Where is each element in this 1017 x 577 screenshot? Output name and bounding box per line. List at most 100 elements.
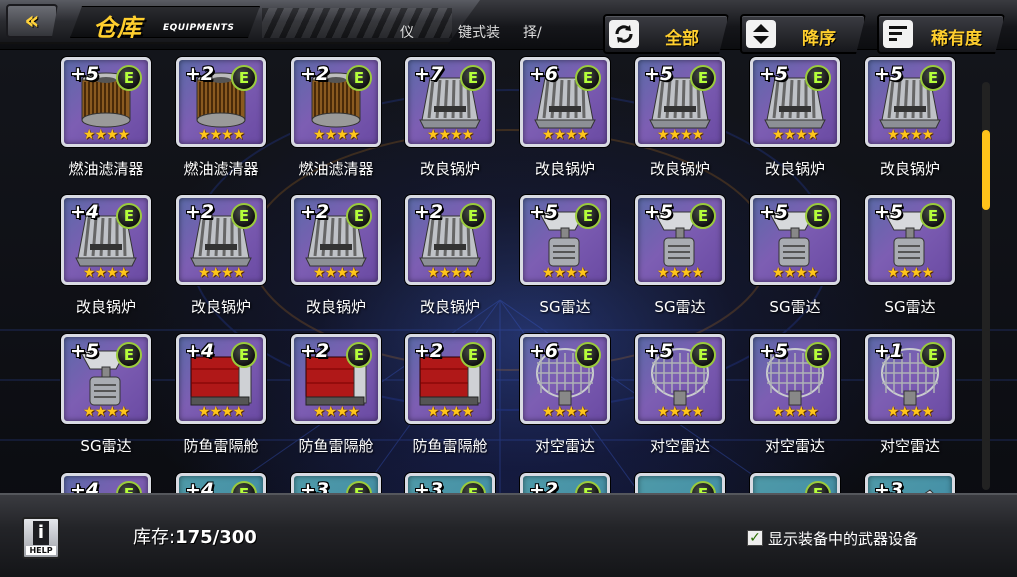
grade-badge: E bbox=[805, 481, 831, 493]
equipment-card[interactable]: +2 E ★★★★ 改良锅炉 bbox=[291, 192, 381, 322]
scrollbar-thumb[interactable] bbox=[982, 130, 990, 210]
equipment-icon: +2 E ★★★★ bbox=[291, 57, 381, 147]
equipment-card[interactable]: +5 E ★★★★ SG雷达 bbox=[750, 192, 840, 322]
equipment-card[interactable]: +5 E ★★★★ SG雷达 bbox=[635, 192, 725, 322]
equipment-card[interactable]: +5 E ★★★★ 改良锅炉 bbox=[750, 54, 840, 184]
equipment-icon: +4 E bbox=[61, 473, 151, 493]
equipment-card[interactable]: +3 E bbox=[291, 470, 381, 493]
grade-badge: E bbox=[920, 65, 946, 91]
equipment-icon: +2 E ★★★★ bbox=[176, 57, 266, 147]
equipment-card[interactable]: +5 E ★★★★ SG雷达 bbox=[865, 192, 955, 322]
stock-label: 库存: bbox=[133, 527, 176, 548]
equipment-card[interactable]: E bbox=[635, 470, 725, 493]
equipment-card[interactable]: +5 E ★★★★ 对空雷达 bbox=[635, 331, 725, 461]
double-chevron-left-icon: ‹‹ bbox=[24, 6, 40, 36]
equipment-card[interactable]: +7 E ★★★★ 改良锅炉 bbox=[405, 54, 495, 184]
equipment-card[interactable]: +5 E ★★★★ 燃油滤清器 bbox=[61, 54, 151, 184]
equipment-level: +2 bbox=[300, 201, 330, 223]
rarity-stars: ★★★★ bbox=[312, 404, 360, 420]
equipment-card[interactable]: +6 E ★★★★ 对空雷达 bbox=[520, 331, 610, 461]
info-icon: i bbox=[33, 521, 49, 545]
equipment-level: +4 bbox=[70, 479, 100, 493]
equipment-icon: +2 E ★★★★ bbox=[405, 334, 495, 424]
sort-rarity-button[interactable]: 稀有度 bbox=[877, 14, 1005, 54]
grade-badge: E bbox=[116, 342, 142, 368]
rarity-stars: ★★★★ bbox=[426, 404, 474, 420]
grade-badge: E bbox=[690, 481, 716, 493]
crumb-mid: 键式装 bbox=[458, 25, 500, 41]
equipment-icon: +4 E ★★★★ bbox=[61, 195, 151, 285]
equipment-name: 改良锅炉 bbox=[649, 160, 710, 178]
equipment-icon: +6 E ★★★★ bbox=[520, 57, 610, 147]
equipment-icon: +5 E ★★★★ bbox=[61, 334, 151, 424]
equipment-icon: +2 E ★★★★ bbox=[176, 195, 266, 285]
equipment-card[interactable]: +5 E ★★★★ SG雷达 bbox=[61, 331, 151, 461]
equipment-card[interactable]: +4 E ★★★★ 防鱼雷隔舱 bbox=[176, 331, 266, 461]
equipment-name: 燃油滤清器 bbox=[183, 160, 259, 178]
equipment-level: +5 bbox=[529, 201, 559, 223]
equipment-card[interactable]: +2 E ★★★★ 改良锅炉 bbox=[176, 192, 266, 322]
rarity-stars: ★★★★ bbox=[771, 265, 819, 281]
equipment-name: 燃油滤清器 bbox=[298, 160, 374, 178]
equipment-icon: +3 E bbox=[291, 473, 381, 493]
equipment-card[interactable]: +5 E ★★★★ SG雷达 bbox=[520, 192, 610, 322]
equipment-level: +2 bbox=[529, 479, 559, 493]
equipment-card[interactable]: +2 E ★★★★ 燃油滤清器 bbox=[176, 54, 266, 184]
equipment-card[interactable]: +3 E bbox=[405, 470, 495, 493]
equipment-level: +2 bbox=[185, 63, 215, 85]
grade-badge: E bbox=[346, 481, 372, 493]
equipment-icon: +1 E ★★★★ bbox=[865, 334, 955, 424]
equipment-level: +5 bbox=[70, 63, 100, 85]
equipment-icon: +5 E ★★★★ bbox=[865, 195, 955, 285]
equipment-name: 改良锅炉 bbox=[190, 298, 251, 316]
sort-order-button[interactable]: 降序 bbox=[740, 14, 866, 54]
help-label: HELP bbox=[26, 546, 56, 555]
grade-badge: E bbox=[116, 203, 142, 229]
equipment-name: 对空雷达 bbox=[534, 437, 595, 455]
filter-all-button[interactable]: 全部 bbox=[603, 14, 729, 54]
equipment-card[interactable]: +4 E ★★★★ 改良锅炉 bbox=[61, 192, 151, 322]
rarity-stars: ★★★★ bbox=[197, 265, 245, 281]
equipment-card[interactable]: +5 E ★★★★ 对空雷达 bbox=[750, 331, 840, 461]
equipment-card[interactable]: +3 bbox=[865, 470, 955, 493]
rarity-stars: ★★★★ bbox=[541, 265, 589, 281]
show-equipped-toggle[interactable]: ✓ 显示装备中的武器设备 bbox=[747, 527, 918, 549]
grade-badge: E bbox=[575, 203, 601, 229]
grade-badge: E bbox=[460, 203, 486, 229]
equipment-icon: +3 E bbox=[405, 473, 495, 493]
equipment-card[interactable]: +2 E ★★★★ 防鱼雷隔舱 bbox=[291, 331, 381, 461]
equipment-name: SG雷达 bbox=[539, 298, 591, 316]
equipment-card[interactable]: +2 E ★★★★ 燃油滤清器 bbox=[291, 54, 381, 184]
equipment-name: 防鱼雷隔舱 bbox=[298, 437, 374, 455]
scrollbar[interactable] bbox=[982, 82, 990, 490]
page-title-text: 仓库 bbox=[93, 14, 141, 42]
equipment-card[interactable]: +2 E ★★★★ 改良锅炉 bbox=[405, 192, 495, 322]
grade-badge: E bbox=[460, 481, 486, 493]
list-sort-icon bbox=[883, 20, 913, 48]
grade-badge: E bbox=[920, 203, 946, 229]
help-button[interactable]: i HELP bbox=[22, 517, 60, 559]
grade-badge: E bbox=[231, 65, 257, 91]
grade-badge: E bbox=[460, 65, 486, 91]
equipment-card[interactable]: +5 E ★★★★ 改良锅炉 bbox=[635, 54, 725, 184]
equipment-level: +1 bbox=[874, 340, 904, 362]
equipment-card[interactable]: +4 E bbox=[176, 470, 266, 493]
equipment-level: +5 bbox=[759, 201, 789, 223]
grade-badge: E bbox=[920, 342, 946, 368]
equipment-icon: E bbox=[635, 473, 725, 493]
equipment-icon: +5 E ★★★★ bbox=[865, 57, 955, 147]
equipment-card[interactable]: +1 E ★★★★ 对空雷达 bbox=[865, 331, 955, 461]
equipment-card[interactable]: +2 E ★★★★ 防鱼雷隔舱 bbox=[405, 331, 495, 461]
equipment-card[interactable]: +2 E bbox=[520, 470, 610, 493]
equipment-level: +4 bbox=[185, 479, 215, 493]
equipment-card[interactable]: +5 E ★★★★ 改良锅炉 bbox=[865, 54, 955, 184]
grade-badge: E bbox=[346, 65, 372, 91]
equipment-level: +6 bbox=[529, 63, 559, 85]
equipment-screen: ‹‹ 仓库 EQUIPMENTS 仪 键式装 择/ 全部 降序 稀有度 +5 E… bbox=[0, 0, 1017, 577]
show-equipped-checkbox[interactable]: ✓ bbox=[747, 530, 763, 546]
equipment-card[interactable]: +4 E bbox=[61, 470, 151, 493]
equipment-name: SG雷达 bbox=[769, 298, 821, 316]
equipment-card[interactable]: E bbox=[750, 470, 840, 493]
equipment-card[interactable]: +6 E ★★★★ 改良锅炉 bbox=[520, 54, 610, 184]
back-button[interactable]: ‹‹ bbox=[6, 4, 58, 38]
